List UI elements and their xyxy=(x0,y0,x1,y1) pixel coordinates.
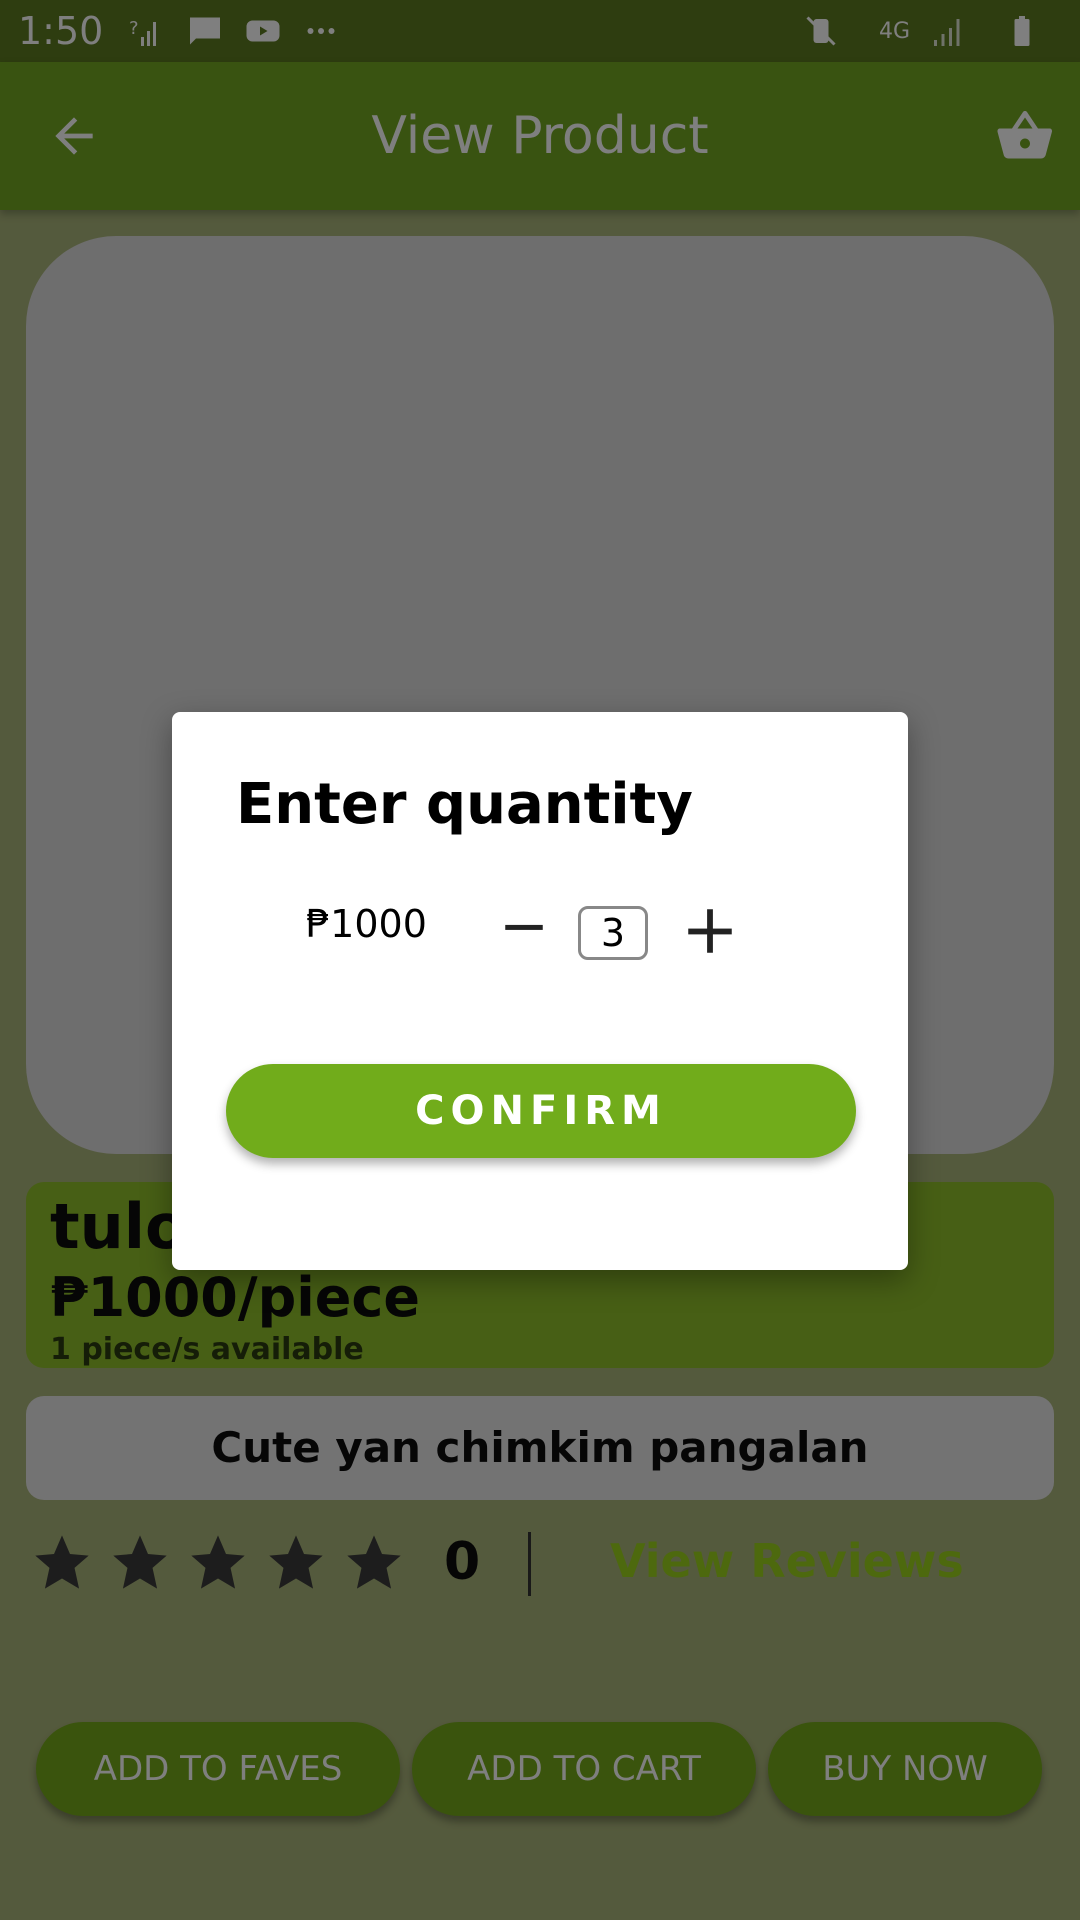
dialog-title: Enter quantity xyxy=(236,772,693,837)
quantity-field[interactable]: 3 xyxy=(578,906,648,960)
dialog-price: ₱1000 xyxy=(306,902,427,946)
decrease-quantity-button[interactable] xyxy=(494,902,554,952)
confirm-button[interactable]: CONFIRM xyxy=(226,1064,856,1158)
increase-quantity-button[interactable] xyxy=(680,902,740,960)
quantity-dialog: Enter quantity ₱1000 3 CONFIRM xyxy=(172,712,908,1270)
